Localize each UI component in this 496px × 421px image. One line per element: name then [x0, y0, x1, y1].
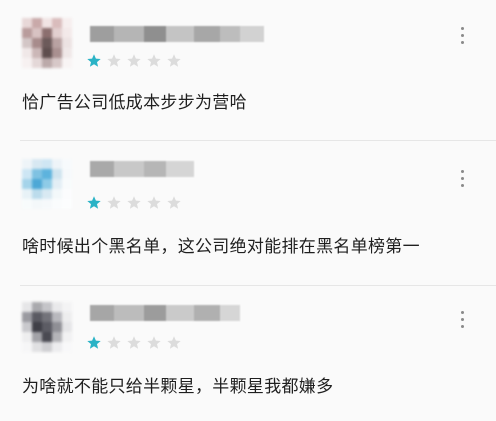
more-vertical-icon[interactable] [460, 311, 466, 331]
more-vertical-icon[interactable] [460, 27, 466, 47]
username-blurred[interactable] [90, 161, 194, 177]
star-empty-icon [167, 336, 181, 349]
star-empty-icon [167, 54, 181, 67]
star-empty-icon [127, 196, 141, 209]
star-empty-icon [127, 54, 141, 67]
review-text: 恰广告公司低成本步步为营哈 [22, 93, 247, 113]
review-text: 为啥就不能只给半颗星，半颗星我都嫌多 [22, 377, 334, 397]
review-list: 恰广告公司低成本步步为营哈 啥时候出个黑名单，这公司绝对能排在黑名单榜第一 为啥… [0, 0, 496, 421]
avatar[interactable] [22, 18, 72, 68]
divider [20, 285, 496, 286]
divider [20, 140, 496, 141]
star-filled-icon [87, 336, 101, 349]
star-empty-icon [147, 336, 161, 349]
star-empty-icon [167, 196, 181, 209]
review-item: 啥时候出个黑名单，这公司绝对能排在黑名单榜第一 [0, 142, 496, 285]
star-filled-icon [87, 54, 101, 67]
star-empty-icon [147, 196, 161, 209]
star-empty-icon [147, 54, 161, 67]
username-blurred[interactable] [90, 26, 264, 42]
star-empty-icon [107, 196, 121, 209]
more-vertical-icon[interactable] [460, 170, 466, 190]
star-empty-icon [107, 336, 121, 349]
star-rating [86, 195, 186, 211]
review-item: 恰广告公司低成本步步为营哈 [0, 0, 496, 140]
star-filled-icon [87, 196, 101, 209]
star-rating [86, 53, 186, 69]
review-text: 啥时候出个黑名单，这公司绝对能排在黑名单榜第一 [22, 237, 420, 257]
username-blurred[interactable] [90, 305, 240, 321]
star-empty-icon [127, 336, 141, 349]
star-empty-icon [107, 54, 121, 67]
avatar[interactable] [22, 302, 72, 352]
avatar[interactable] [22, 159, 72, 209]
star-rating [86, 335, 186, 351]
review-item: 为啥就不能只给半颗星，半颗星我都嫌多 [0, 287, 496, 421]
